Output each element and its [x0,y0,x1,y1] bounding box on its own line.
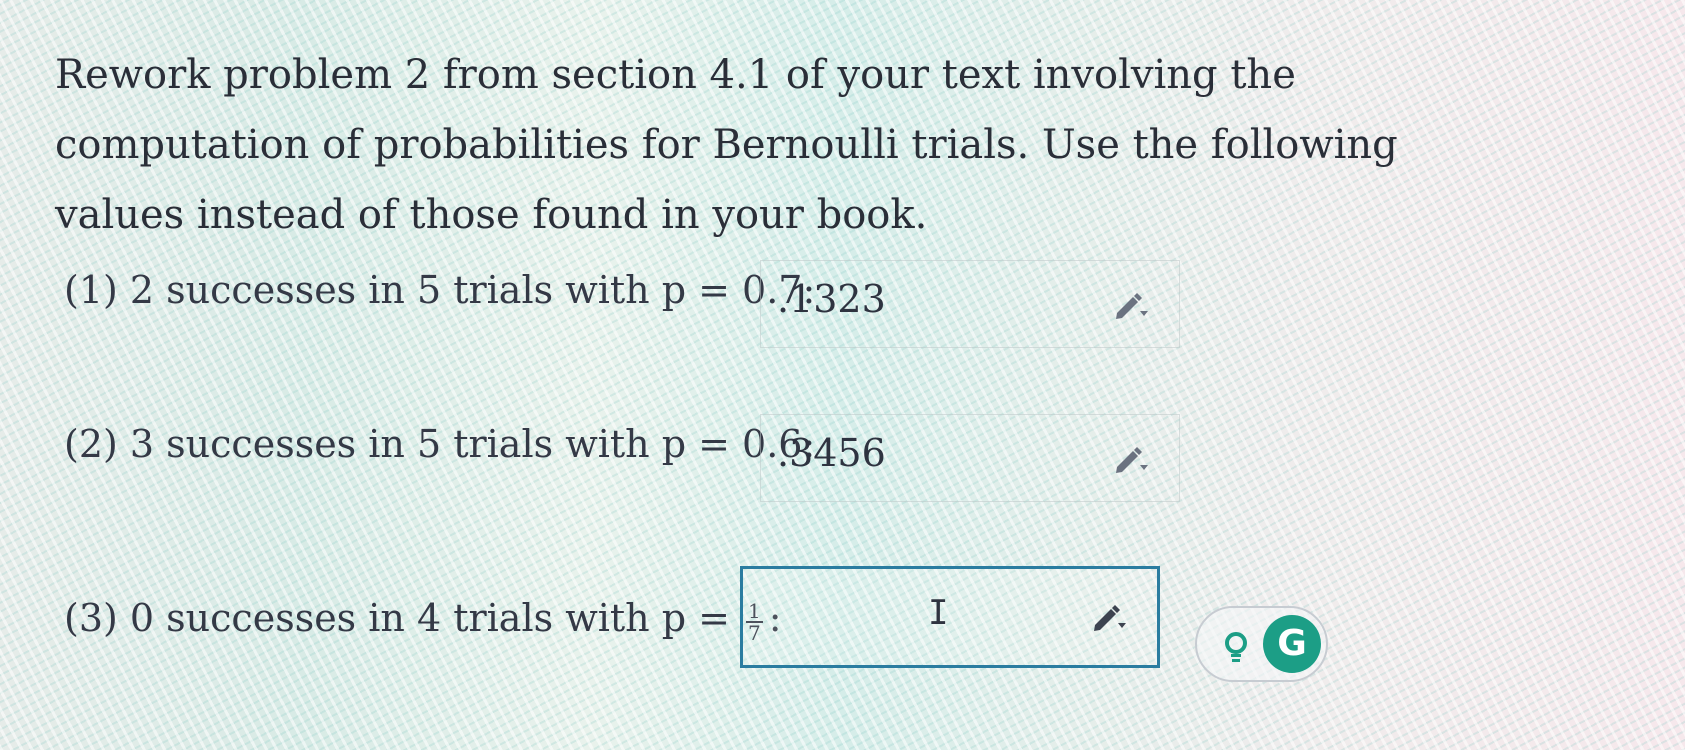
answer-field-1-value: .1323 [777,277,886,321]
grammarly-logo-icon[interactable]: G [1263,615,1321,673]
answer-field-1[interactable]: .1323 [760,260,1180,348]
pencil-dropdown-icon[interactable] [1111,441,1151,475]
question-2-label: (2) 3 successes in 5 trials with p = 0.6… [64,422,816,466]
answer-field-2[interactable]: .3456 [760,414,1180,502]
grammarly-widget[interactable]: G [1195,606,1328,682]
question-3-label: (3) 0 successes in 4 trials with p = 1 7… [64,596,782,643]
question-1-row: (1) 2 successes in 5 trials with p = 0.7… [64,268,815,312]
question-3-label-prefix: (3) 0 successes in 4 trials with p = [64,596,730,640]
question-1-label: (1) 2 successes in 5 trials with p = 0.7… [64,268,816,312]
question-2-row: (2) 3 successes in 5 trials with p = 0.6… [64,422,815,466]
answer-field-3[interactable]: I [740,566,1160,668]
pencil-dropdown-icon[interactable] [1089,599,1129,633]
question-prompt: Rework problem 2 from section 4.1 of you… [55,52,1398,238]
text-cursor-icon: I [928,593,949,633]
pencil-dropdown-icon[interactable] [1111,287,1151,321]
question-3-row: (3) 0 successes in 4 trials with p = 1 7… [64,596,782,643]
answer-field-2-value: .3456 [777,431,886,475]
lightbulb-icon[interactable] [1221,630,1251,664]
